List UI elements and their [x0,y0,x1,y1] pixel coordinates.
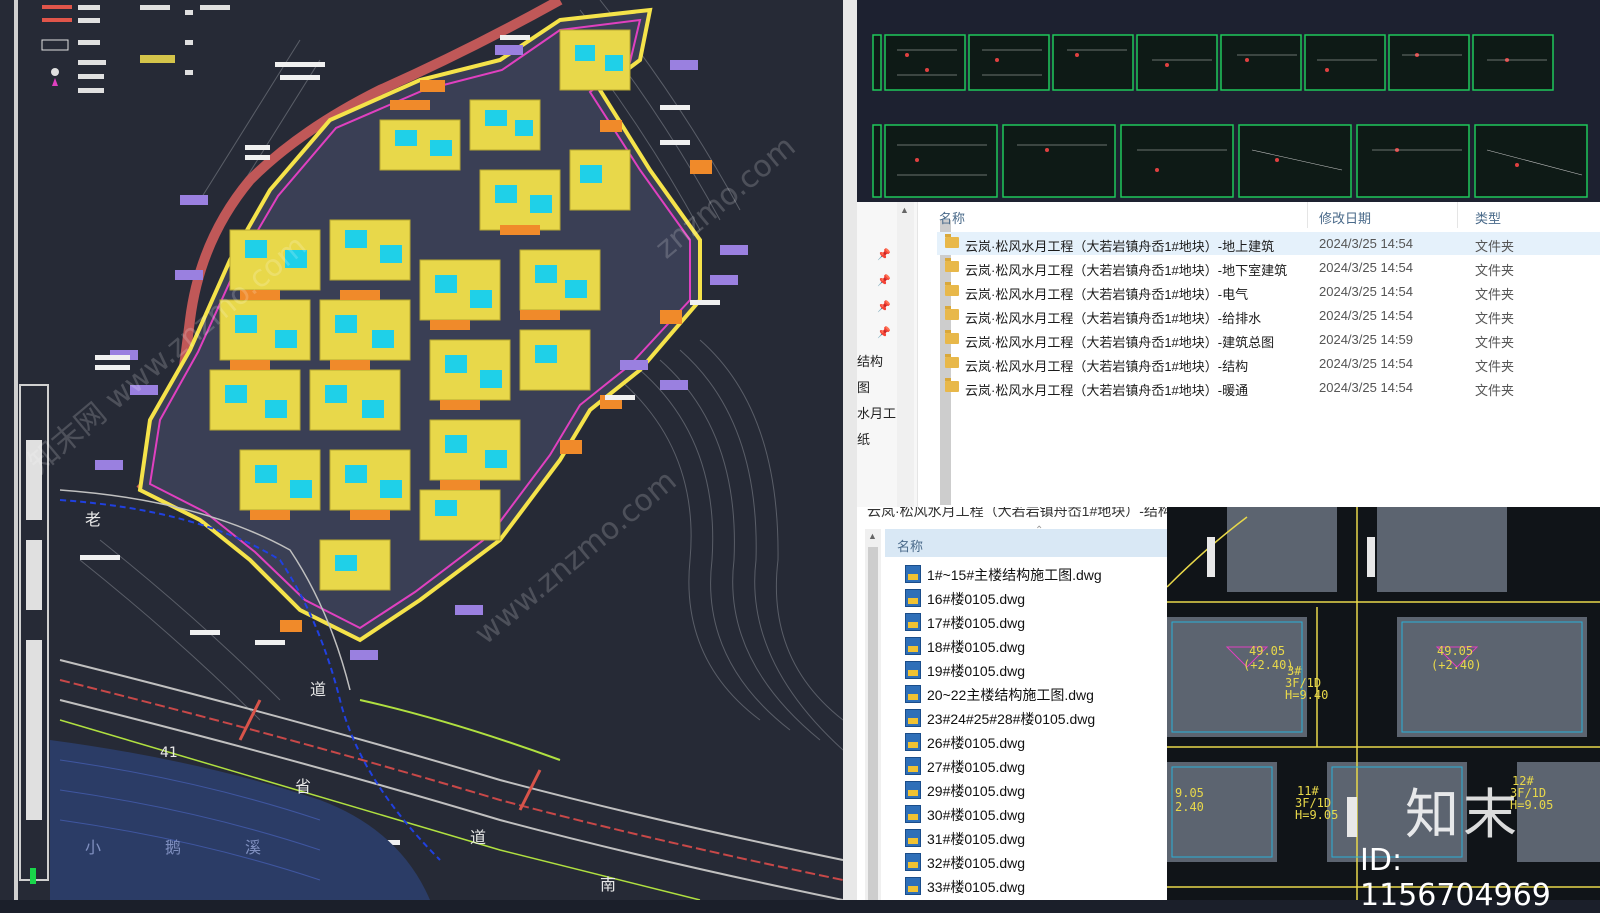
dwg-file-icon [905,757,921,775]
dwg-file-icon [905,637,921,655]
dwg-file-row[interactable]: 33#楼0105.dwg [905,874,1165,897]
dwg-file-icon [905,877,921,895]
dwg-file-icon [905,685,921,703]
elevation-label: 49.05 [1437,644,1473,658]
dwg-file-icon [905,613,921,631]
folder-row[interactable]: 云岚·松风水月工程（大若岩镇舟岙1#地块）-暖通 2024/3/25 14:54… [937,376,1600,399]
elevation-label: (+2.40) [1243,658,1294,672]
pin-icon[interactable]: 📌 [877,248,891,261]
folder-row[interactable]: 云岚·松风水月工程（大若岩镇舟岙1#地块）-结构 2024/3/25 14:54… [937,352,1600,375]
map-label-xi: 溪 [245,838,261,857]
column-header-date[interactable]: 修改日期 [1319,208,1371,227]
brand-logo: 知末 [1405,783,1521,846]
elevation-label: 2.40 [1175,800,1204,814]
dwg-file-row[interactable]: 26#楼0105.dwg [905,730,1165,753]
nav-item[interactable]: 纸 [857,429,870,448]
file-list-scrollbar-thumb[interactable] [868,547,878,900]
pin-icon[interactable]: 📌 [877,274,891,287]
dwg-file-row[interactable]: 18#楼0105.dwg [905,634,1165,657]
elevation-label: 9.05 [1175,786,1204,800]
dwg-file-row[interactable]: 31#楼0105.dwg [905,826,1165,849]
drawing-thumbnails-panel [857,0,1600,202]
image-id-label: ID: 1156704969 [1360,843,1551,913]
dwg-file-row[interactable]: 27#楼0105.dwg [905,754,1165,777]
dwg-file-icon [905,853,921,871]
dwg-file-icon [905,781,921,799]
folder-icon [945,378,959,392]
nav-scrollbar[interactable]: ▲ [897,202,951,507]
detail-plan-drawing: 49.05 (+2.40) 3# 3F/1D H=9.40 49.05 (+2.… [1167,507,1600,900]
map-label-nan: 南 [600,875,616,894]
map-label-e: 鹅 [165,838,181,857]
nav-item[interactable]: 图 [857,377,870,396]
nav-item[interactable]: 水月工 [857,403,896,422]
window-divider [843,0,857,900]
map-label-sheng: 省 [295,777,311,796]
thumbnail-sheets [872,34,1588,198]
dwg-file-icon [905,733,921,751]
scroll-up-icon[interactable]: ▲ [900,205,909,215]
nav-item[interactable]: 结构 [857,351,883,370]
scroll-up-icon[interactable]: ▲ [868,531,877,541]
dwg-file-row[interactable]: 17#楼0105.dwg [905,610,1165,633]
dwg-file-icon [905,589,921,607]
folder-row[interactable]: 云岚·松风水月工程（大若岩镇舟岙1#地块）-电气 2024/3/25 14:54… [937,280,1600,303]
column-header-type[interactable]: 类型 [1475,208,1501,227]
dwg-file-row[interactable]: 30#楼0105.dwg [905,802,1165,825]
elevation-label: (+2.40) [1431,658,1482,672]
file-list-scrollbar[interactable]: ▲ [865,529,881,900]
elevation-label: 49.05 [1249,644,1285,658]
cad-detail-viewport[interactable]: 49.05 (+2.40) 3# 3F/1D H=9.40 49.05 (+2.… [1167,507,1600,900]
folder-row[interactable]: 云岚·松风水月工程（大若岩镇舟岙1#地块）-地上建筑 2024/3/25 14:… [937,232,1600,255]
building-height-label: H=9.40 [1285,688,1328,702]
site-plan-drawing: 老 道 41 省 道 小 鹅 溪 南 [0,0,843,900]
folder-row[interactable]: 云岚·松风水月工程（大若岩镇舟岙1#地块）-给排水 2024/3/25 14:5… [937,304,1600,327]
map-label-xiao: 小 [85,838,101,857]
building-height-label: H=9.05 [1295,808,1338,822]
explorer-nav-pane: ▲ 📌 📌 📌 📌 结构 图 水月工 纸 [857,202,951,507]
dwg-file-row[interactable]: 29#楼0105.dwg [905,778,1165,801]
file-explorer-folders: ▲ 📌 📌 📌 📌 结构 图 水月工 纸 ⌃ 名称 修改日期 类型 云岚·松风水… [857,202,1600,507]
map-label-dao-1: 道 [310,680,326,699]
file-explorer-dwg-files: 云岚·松风水月工程（大若岩镇舟岙1#地块）-结构 ▲ 名称 ⌃ 1#~15#主楼… [857,507,1167,900]
dwg-file-icon [905,709,921,727]
cad-site-plan-viewport[interactable]: 老 道 41 省 道 小 鹅 溪 南 知末网 www.znzmo.com www… [0,0,843,900]
dwg-file-icon [905,805,921,823]
dwg-file-row[interactable]: 20~22主楼结构施工图.dwg [905,682,1165,705]
sort-chevron-icon: ⌃ [1097,202,1105,205]
pin-icon[interactable]: 📌 [877,300,891,313]
sort-chevron-icon: ⌃ [1035,525,1044,536]
folder-icon [945,354,959,368]
dwg-file-icon [905,565,921,583]
folder-icon [945,282,959,296]
folder-path-title: 云岚·松风水月工程（大若岩镇舟岙1#地块）-结构 [867,507,1167,519]
dwg-file-row[interactable]: 1#~15#主楼结构施工图.dwg [905,562,1165,585]
dwg-file-icon [905,829,921,847]
map-label-lao: 老 [85,510,101,529]
folder-icon [945,258,959,272]
folder-icon [945,306,959,320]
column-header-name[interactable]: 名称 [939,208,965,227]
dwg-file-row[interactable]: 32#楼0105.dwg [905,850,1165,873]
dwg-file-row[interactable]: 16#楼0105.dwg [905,586,1165,609]
folder-icon [945,234,959,248]
folder-icon [945,330,959,344]
map-label-41: 41 [160,745,178,761]
column-header-name[interactable]: 名称 ⌃ [885,525,1167,557]
dwg-file-icon [905,661,921,679]
folder-row[interactable]: 云岚·松风水月工程（大若岩镇舟岙1#地块）-建筑总图 2024/3/25 14:… [937,328,1600,351]
folder-row[interactable]: 云岚·松风水月工程（大若岩镇舟岙1#地块）-地下室建筑 2024/3/25 14… [937,256,1600,279]
dwg-file-row[interactable]: 23#24#25#28#楼0105.dwg [905,706,1165,729]
pin-icon[interactable]: 📌 [877,326,891,339]
map-label-dao-2: 道 [470,828,486,847]
dwg-file-row[interactable]: 19#楼0105.dwg [905,658,1165,681]
